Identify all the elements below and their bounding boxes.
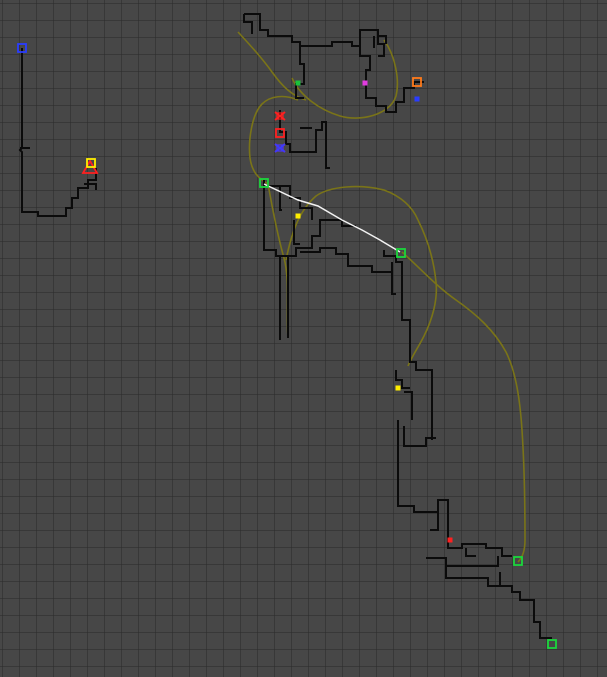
automap-canvas[interactable] xyxy=(0,0,607,677)
yellow-dot-icon[interactable] xyxy=(395,385,401,391)
magenta-dot-icon[interactable] xyxy=(362,80,368,86)
red-x-icon[interactable] xyxy=(274,111,286,121)
blue-dot-icon[interactable] xyxy=(414,96,420,102)
blue-x-icon[interactable] xyxy=(274,143,286,153)
green-dot-icon[interactable] xyxy=(295,80,301,86)
yellow-dot-icon[interactable] xyxy=(295,213,301,219)
red-dot-icon[interactable] xyxy=(447,537,453,543)
map-grid xyxy=(0,0,607,677)
